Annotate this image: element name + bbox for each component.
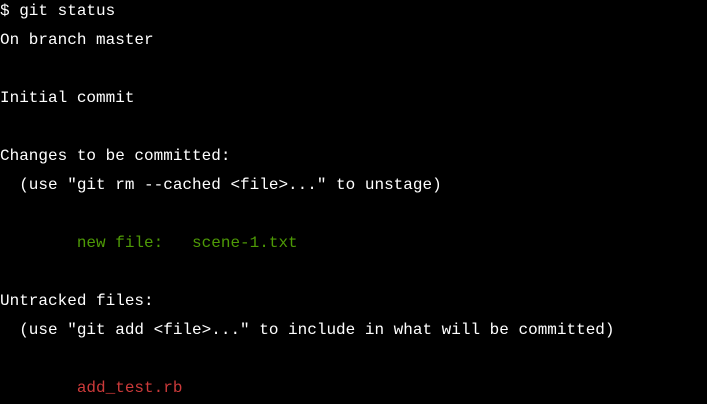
command-line: $ git status xyxy=(0,2,116,20)
untracked-section-header: Untracked files: xyxy=(0,292,154,310)
untracked-file-entry: add_test.rb xyxy=(0,379,183,397)
initial-commit-line: Initial commit xyxy=(0,89,135,107)
terminal-window[interactable]: $ git status On branch master Initial co… xyxy=(0,0,707,404)
branch-status: On branch master xyxy=(0,31,154,49)
staged-section-header: Changes to be committed: xyxy=(0,147,231,165)
unstage-hint: (use "git rm --cached <file>..." to unst… xyxy=(0,176,442,194)
add-hint: (use "git add <file>..." to include in w… xyxy=(0,321,615,339)
staged-file-entry: new file: scene-1.txt xyxy=(0,234,298,252)
